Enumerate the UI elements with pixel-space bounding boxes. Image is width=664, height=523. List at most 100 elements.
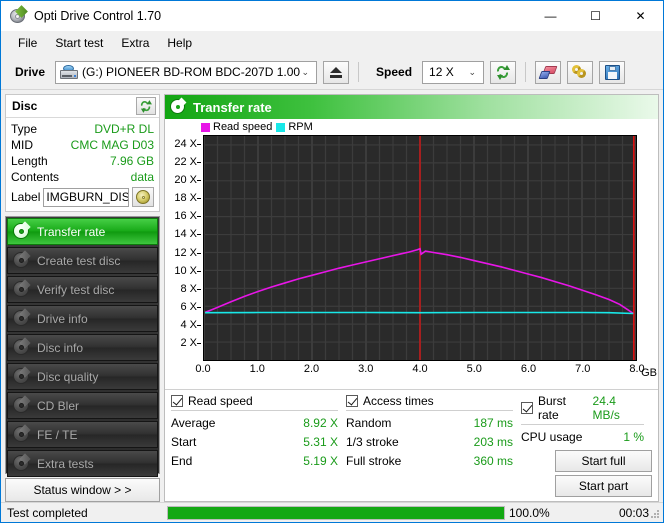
sidebar-item-label: Transfer rate [37, 225, 105, 239]
sidebar-item-extra-tests[interactable]: Extra tests [7, 450, 158, 477]
sidebar-item-create-test-disc[interactable]: Create test disc [7, 247, 158, 274]
y-axis-tick-label: 10 X [174, 265, 197, 277]
stat-row-start: Start 5.31 X [171, 433, 338, 452]
menu-help[interactable]: Help [158, 33, 201, 53]
sidebar-item-fe-te[interactable]: FE / TE [7, 421, 158, 448]
disc-panel-header: Disc [6, 95, 159, 118]
stat-value: 360 ms [474, 452, 513, 471]
right-column: Transfer rate Read speed RPM 2 X4 X6 X8 … [164, 94, 659, 502]
application-window: Opti Drive Control 1.70 — ☐ ✕ File Start… [0, 0, 664, 523]
maximize-button[interactable]: ☐ [573, 1, 618, 31]
chain-link-icon [572, 65, 588, 79]
y-axis-tick [197, 234, 201, 235]
disc-row-length: Length 7.96 GB [11, 153, 154, 169]
burst-rate-check-row[interactable]: Burst rate 24.4 MB/s [521, 394, 644, 425]
status-window-button[interactable]: Status window > > [5, 478, 160, 502]
drive-select-value: (G:) PIONEER BD-ROM BDC-207D 1.00 [82, 65, 300, 79]
x-axis: 0.01.02.03.04.05.06.07.08.0GB [203, 363, 637, 379]
disc-label-input[interactable]: IMGBURN_DIS [43, 188, 129, 207]
disc-pen-icon [12, 309, 31, 328]
menu-bar: File Start test Extra Help [1, 31, 663, 55]
disc-row-contents-key: Contents [11, 169, 59, 185]
eject-button[interactable] [323, 61, 349, 84]
sidebar-item-label: CD Bler [37, 399, 79, 413]
refresh-button[interactable] [490, 61, 516, 84]
toolbar-divider-1 [358, 62, 359, 82]
sidebar-item-drive-info[interactable]: Drive info [7, 305, 158, 332]
chevron-down-icon: ⌄ [469, 67, 477, 78]
disc-panel-title: Disc [12, 99, 136, 113]
y-axis-tick-label: 18 X [174, 192, 197, 204]
read-speed-checkbox[interactable] [171, 395, 183, 407]
disc-label-button[interactable] [132, 187, 154, 207]
left-column: Disc Type DVD+R DL MID CMC MAG D03 [5, 94, 160, 502]
legend-rpm: RPM [276, 121, 312, 133]
menu-file[interactable]: File [9, 33, 46, 53]
stat-value: 5.19 X [303, 452, 338, 471]
menu-extra[interactable]: Extra [112, 33, 158, 53]
access-times-check-row[interactable]: Access times [346, 394, 513, 411]
eject-icon [330, 67, 342, 78]
speed-select[interactable]: 12 X ⌄ [422, 61, 484, 84]
y-axis-tick [197, 271, 201, 272]
sidebar-item-disc-quality[interactable]: Disc quality [7, 363, 158, 390]
start-full-button[interactable]: Start full [555, 450, 652, 472]
stat-value: 5.31 X [303, 433, 338, 452]
disc-pen-icon [12, 454, 31, 473]
stat-key: Start [171, 433, 196, 452]
toolbar: Drive (G:) PIONEER BD-ROM BDC-207D 1.00 … [1, 55, 663, 90]
drive-select[interactable]: (G:) PIONEER BD-ROM BDC-207D 1.00 ⌄ [55, 61, 317, 84]
minimize-button[interactable]: — [528, 1, 573, 31]
close-icon: ✕ [635, 10, 645, 22]
disc-row-type: Type DVD+R DL [11, 121, 154, 137]
stat-value: 1 % [623, 428, 644, 447]
disc-row-length-key: Length [11, 153, 48, 169]
disc-row-type-value: DVD+R DL [94, 121, 154, 137]
sidebar-item-transfer-rate[interactable]: Transfer rate [7, 218, 158, 245]
resize-grip[interactable] [650, 509, 660, 519]
toolbar-divider-2 [525, 62, 526, 82]
refresh-icon [495, 65, 511, 80]
sidebar-item-verify-test-disc[interactable]: Verify test disc [7, 276, 158, 303]
x-axis-tick-label: 7.0 [575, 363, 590, 375]
sidebar-item-cd-bler[interactable]: CD Bler [7, 392, 158, 419]
erase-button[interactable] [535, 61, 561, 84]
stat-key: Full stroke [346, 452, 401, 471]
disc-pen-icon [12, 222, 31, 241]
access-times-label: Access times [363, 394, 434, 408]
stats-access-times: Access times Random 187 ms 1/3 stroke 20… [346, 394, 521, 497]
disc-refresh-button[interactable] [136, 97, 156, 115]
sidebar-item-disc-info[interactable]: Disc info [7, 334, 158, 361]
floppy-save-icon [605, 65, 620, 80]
stat-row-third-stroke: 1/3 stroke 203 ms [346, 433, 513, 452]
start-part-button[interactable]: Start part [555, 475, 652, 497]
y-axis-tick-label: 14 X [174, 228, 197, 240]
burst-rate-checkbox[interactable] [521, 402, 533, 414]
disc-label-row: Label IMGBURN_DIS [11, 187, 154, 207]
y-axis: 2 X4 X6 X8 X10 X12 X14 X16 X18 X20 X22 X… [165, 135, 201, 361]
sidebar-item-label: Verify test disc [37, 283, 114, 297]
read-speed-check-row[interactable]: Read speed [171, 394, 338, 411]
save-button[interactable] [599, 61, 625, 84]
link-button[interactable] [567, 61, 593, 84]
access-times-checkbox[interactable] [346, 395, 358, 407]
menu-start-test[interactable]: Start test [46, 33, 112, 53]
y-axis-tick-label: 6 X [180, 301, 197, 313]
y-axis-tick-label: 16 X [174, 210, 197, 222]
sidebar-nav: Transfer rate Create test disc Verify te… [5, 216, 160, 474]
y-axis-tick [197, 180, 201, 181]
y-axis-tick [197, 325, 201, 326]
stat-value: 187 ms [474, 414, 513, 433]
disc-label-key: Label [11, 190, 40, 204]
optical-drive-icon [60, 65, 78, 80]
status-bar: Test completed 100.0% 00:03 [1, 502, 663, 522]
stat-row-average: Average 8.92 X [171, 414, 338, 433]
disc-row-type-key: Type [11, 121, 37, 137]
disc-pen-icon [12, 338, 31, 357]
close-button[interactable]: ✕ [618, 1, 663, 31]
stat-row-cpu-usage: CPU usage 1 % [521, 428, 644, 447]
disc-row-mid: MID CMC MAG D03 [11, 137, 154, 153]
y-axis-tick-label: 20 X [174, 174, 197, 186]
window-controls: — ☐ ✕ [528, 1, 663, 31]
disc-pen-icon [170, 99, 187, 116]
